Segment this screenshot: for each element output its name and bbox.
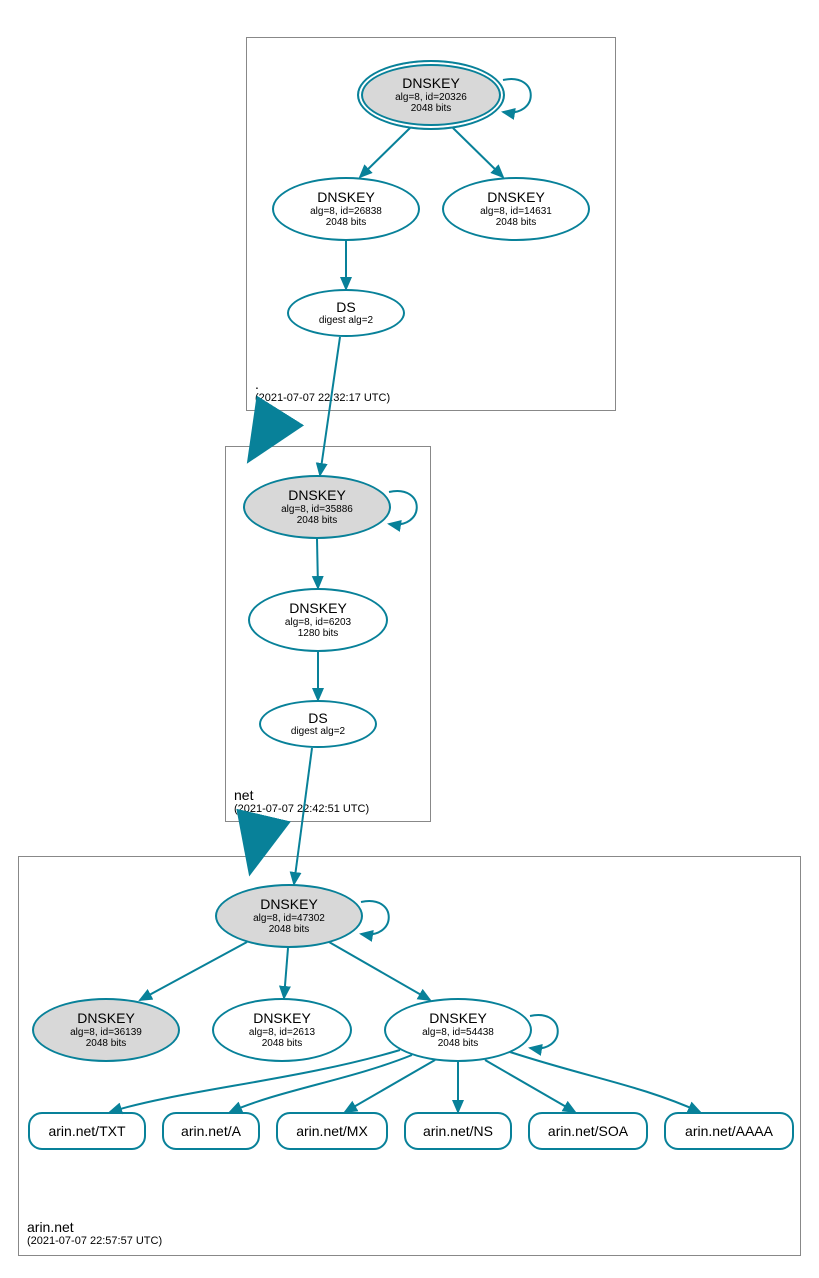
node-net-ksk-l2: 2048 bits bbox=[297, 515, 338, 527]
node-arin-k3-l1: alg=8, id=2613 bbox=[249, 1027, 315, 1039]
zone-net-name: net bbox=[234, 787, 369, 803]
node-root-zsk1-l1: alg=8, id=26838 bbox=[310, 206, 382, 218]
node-net-zsk: DNSKEY alg=8, id=6203 1280 bits bbox=[248, 588, 388, 652]
rrset-txt: arin.net/TXT bbox=[28, 1112, 146, 1150]
node-net-zsk-l2: 1280 bits bbox=[298, 628, 339, 640]
node-arin-k2-l1: alg=8, id=36139 bbox=[70, 1027, 142, 1039]
node-root-ksk-title: DNSKEY bbox=[402, 75, 460, 91]
zone-arin-name: arin.net bbox=[27, 1219, 162, 1235]
node-arin-zsk-title: DNSKEY bbox=[429, 1010, 487, 1026]
rrset-mx-label: arin.net/MX bbox=[296, 1123, 368, 1139]
node-arin-k3: DNSKEY alg=8, id=2613 2048 bits bbox=[212, 998, 352, 1062]
node-net-ksk: DNSKEY alg=8, id=35886 2048 bits bbox=[243, 475, 391, 539]
node-net-zsk-title: DNSKEY bbox=[289, 600, 347, 616]
rrset-soa-label: arin.net/SOA bbox=[548, 1123, 628, 1139]
node-root-ksk: DNSKEY alg=8, id=20326 2048 bits bbox=[357, 60, 505, 130]
rrset-aaaa: arin.net/AAAA bbox=[664, 1112, 794, 1150]
node-net-ds-title: DS bbox=[308, 710, 327, 726]
zone-root-ts: (2021-07-07 22:32:17 UTC) bbox=[255, 392, 390, 404]
node-arin-zsk-l2: 2048 bits bbox=[438, 1038, 479, 1050]
node-net-ds: DS digest alg=2 bbox=[259, 700, 377, 748]
rrset-ns: arin.net/NS bbox=[404, 1112, 512, 1150]
rrset-a-label: arin.net/A bbox=[181, 1123, 241, 1139]
node-arin-k2-l2: 2048 bits bbox=[86, 1038, 127, 1050]
node-net-ds-l1: digest alg=2 bbox=[291, 726, 345, 738]
node-arin-ksk: DNSKEY alg=8, id=47302 2048 bits bbox=[215, 884, 363, 948]
node-arin-k3-title: DNSKEY bbox=[253, 1010, 311, 1026]
node-root-ds-l1: digest alg=2 bbox=[319, 315, 373, 327]
node-root-zsk1-title: DNSKEY bbox=[317, 189, 375, 205]
node-root-zsk2: DNSKEY alg=8, id=14631 2048 bits bbox=[442, 177, 590, 241]
zone-net-ts: (2021-07-07 22:42:51 UTC) bbox=[234, 803, 369, 815]
node-arin-k2: DNSKEY alg=8, id=36139 2048 bits bbox=[32, 998, 180, 1062]
node-root-ds: DS digest alg=2 bbox=[287, 289, 405, 337]
rrset-a: arin.net/A bbox=[162, 1112, 260, 1150]
node-arin-ksk-title: DNSKEY bbox=[260, 896, 318, 912]
node-arin-k3-l2: 2048 bits bbox=[262, 1038, 303, 1050]
node-net-zsk-l1: alg=8, id=6203 bbox=[285, 617, 351, 629]
zone-root-name: . bbox=[255, 376, 390, 392]
node-arin-k2-title: DNSKEY bbox=[77, 1010, 135, 1026]
rrset-soa: arin.net/SOA bbox=[528, 1112, 648, 1150]
node-root-zsk2-l1: alg=8, id=14631 bbox=[480, 206, 552, 218]
rrset-txt-label: arin.net/TXT bbox=[48, 1123, 125, 1139]
node-arin-ksk-l2: 2048 bits bbox=[269, 924, 310, 936]
rrset-aaaa-label: arin.net/AAAA bbox=[685, 1123, 773, 1139]
node-root-ds-title: DS bbox=[336, 299, 355, 315]
rrset-mx: arin.net/MX bbox=[276, 1112, 388, 1150]
node-arin-zsk: DNSKEY alg=8, id=54438 2048 bits bbox=[384, 998, 532, 1062]
node-root-zsk1: DNSKEY alg=8, id=26838 2048 bits bbox=[272, 177, 420, 241]
node-arin-zsk-l1: alg=8, id=54438 bbox=[422, 1027, 494, 1039]
node-root-zsk2-l2: 2048 bits bbox=[496, 217, 537, 229]
node-root-ksk-l2: 2048 bits bbox=[411, 103, 452, 115]
node-root-zsk2-title: DNSKEY bbox=[487, 189, 545, 205]
node-net-ksk-l1: alg=8, id=35886 bbox=[281, 504, 353, 516]
node-net-ksk-title: DNSKEY bbox=[288, 487, 346, 503]
node-root-ksk-l1: alg=8, id=20326 bbox=[395, 92, 467, 104]
node-arin-ksk-l1: alg=8, id=47302 bbox=[253, 913, 325, 925]
node-root-zsk1-l2: 2048 bits bbox=[326, 217, 367, 229]
zone-arin-ts: (2021-07-07 22:57:57 UTC) bbox=[27, 1235, 162, 1247]
rrset-ns-label: arin.net/NS bbox=[423, 1123, 493, 1139]
